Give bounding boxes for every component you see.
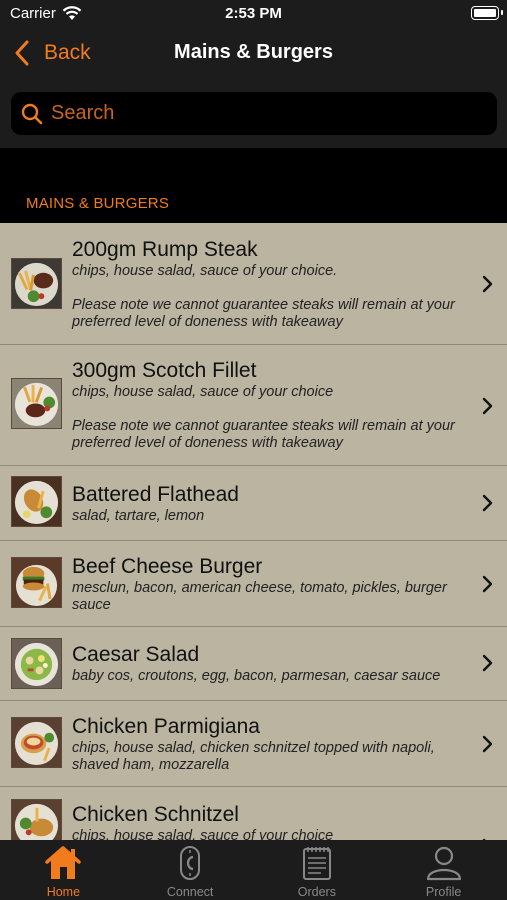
item-description: chips, house salad, sauce of your choice… <box>72 263 338 279</box>
item-name: Beef Cheese Burger <box>72 555 263 578</box>
food-thumbnail <box>11 378 62 429</box>
item-name: 200gm Rump Steak <box>72 238 258 261</box>
menu-item[interactable]: Chicken Parmigiana chips, house salad, c… <box>0 701 507 787</box>
chevron-right-icon <box>482 397 493 415</box>
item-name: Chicken Schnitzel <box>72 803 239 826</box>
page-title: Mains & Burgers <box>174 41 333 63</box>
item-note: Please note we cannot guarantee steaks w… <box>72 418 455 451</box>
tab-label: Orders <box>297 885 336 899</box>
tab-label: Connect <box>166 885 214 899</box>
chevron-right-icon <box>482 735 493 753</box>
item-description: baby cos, croutons, egg, bacon, parmesan… <box>72 668 441 684</box>
food-thumbnail <box>11 476 62 527</box>
menu-item[interactable]: 200gm Rump Steak chips, house salad, sau… <box>0 223 507 345</box>
home-icon <box>45 846 82 879</box>
search-bar[interactable] <box>11 92 497 135</box>
menu-item[interactable]: Battered Flathead salad, tartare, lemon <box>0 466 507 541</box>
tab-bar: Home Connect Orders Profile <box>0 840 507 900</box>
menu-item[interactable]: Beef Cheese Burger mesclun, bacon, ameri… <box>0 541 507 627</box>
item-description: chips, house salad, sauce of your choice <box>72 828 334 840</box>
menu-list[interactable]: 200gm Rump Steak chips, house salad, sau… <box>0 223 507 840</box>
chevron-right-icon <box>482 275 493 293</box>
profile-icon <box>426 846 461 881</box>
item-note: Please note we cannot guarantee steaks w… <box>72 297 455 330</box>
chevron-right-icon <box>482 654 493 672</box>
chevron-right-icon <box>482 575 493 593</box>
item-description: chips, house salad, chicken schnitzel to… <box>72 740 435 773</box>
item-name: Chicken Parmigiana <box>72 715 260 738</box>
menu-item[interactable]: Caesar Salad baby cos, croutons, egg, ba… <box>0 627 507 701</box>
section-header: MAINS & BURGERS <box>26 195 170 212</box>
item-description: chips, house salad, sauce of your choice <box>72 384 334 400</box>
tab-label: Home <box>46 885 81 899</box>
orders-icon <box>302 847 331 880</box>
status-bar: Carrier 2:53 PM <box>0 0 507 28</box>
food-thumbnail <box>11 258 62 309</box>
menu-item[interactable]: 300gm Scotch Fillet chips, house salad, … <box>0 345 507 466</box>
item-name: Battered Flathead <box>72 483 239 506</box>
item-name: 300gm Scotch Fillet <box>72 359 257 382</box>
connect-icon <box>180 846 201 880</box>
item-name: Caesar Salad <box>72 643 200 666</box>
search-icon <box>21 103 43 124</box>
search-area <box>0 80 507 148</box>
search-input[interactable] <box>51 102 471 125</box>
tab-home[interactable]: Home <box>0 840 127 900</box>
food-thumbnail <box>11 799 62 840</box>
chevron-right-icon <box>482 494 493 512</box>
tab-connect[interactable]: Connect <box>127 840 254 900</box>
navigation-bar: Back Mains & Burgers <box>0 28 507 80</box>
clock: 2:53 PM <box>225 5 282 22</box>
menu-item[interactable]: Chicken Schnitzel chips, house salad, sa… <box>0 787 507 840</box>
food-thumbnail <box>11 717 62 768</box>
item-description: mesclun, bacon, american cheese, tomato,… <box>72 580 447 613</box>
tab-profile[interactable]: Profile <box>380 840 507 900</box>
food-thumbnail <box>11 557 62 608</box>
tab-label: Profile <box>425 885 462 899</box>
battery-icon <box>471 6 503 20</box>
item-description: salad, tartare, lemon <box>72 508 205 524</box>
food-thumbnail <box>11 638 62 689</box>
tab-orders[interactable]: Orders <box>254 840 381 900</box>
